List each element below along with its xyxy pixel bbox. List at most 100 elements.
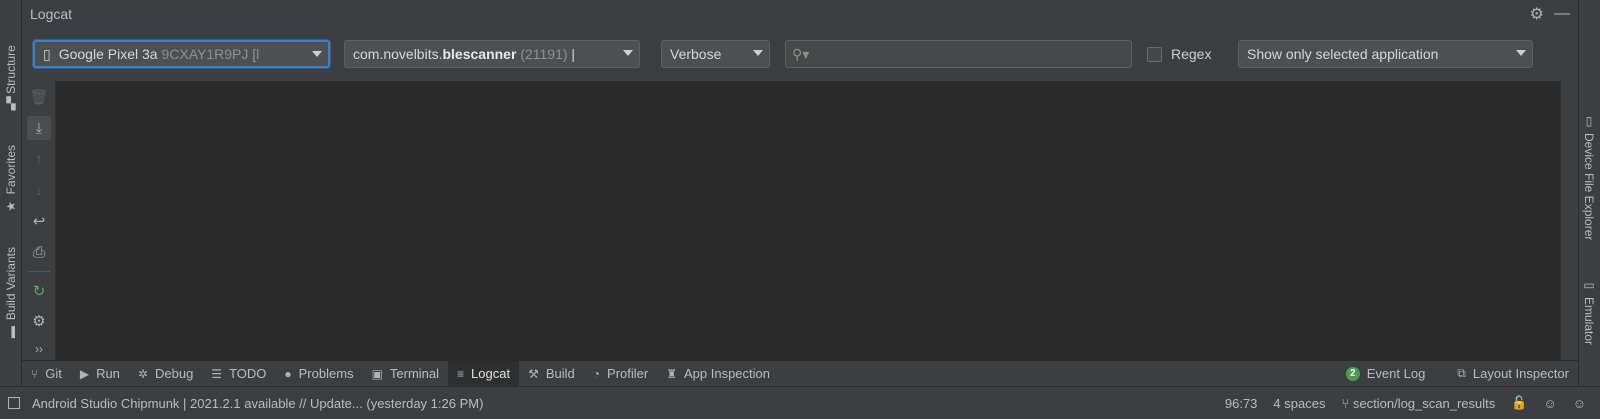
minimize-icon[interactable]: — xyxy=(1554,5,1570,23)
search-icon: ⚲▾ xyxy=(792,45,810,62)
tab-label: Layout Inspector xyxy=(1472,366,1569,381)
right-tab-device-file-explorer[interactable]: ▯ Device File Explorer xyxy=(1578,106,1600,248)
right-tab-label: Device File Explorer xyxy=(1582,132,1596,241)
regex-checkbox[interactable] xyxy=(1147,46,1162,62)
regex-toggle[interactable]: Regex xyxy=(1147,46,1211,62)
gauge-icon: ◔ xyxy=(592,366,601,381)
chevron-down-icon xyxy=(753,50,763,56)
gear-icon[interactable]: ⚙ xyxy=(27,309,51,333)
tool-window-title: Logcat xyxy=(30,5,73,22)
right-tool-strip: ▯ Device File Explorer ▭ Emulator xyxy=(1578,0,1600,386)
device-serial: 9CXAY1R9PJ [ xyxy=(161,46,257,62)
tab-label: Build xyxy=(545,366,575,381)
tab-layout-inspector[interactable]: ⧉ Layout Inspector xyxy=(1448,361,1578,387)
hammer-icon: ⚒ xyxy=(528,366,539,381)
process-name: blescanner xyxy=(442,46,517,62)
tab-run[interactable]: ▶ Run xyxy=(71,361,129,387)
divider xyxy=(28,271,50,272)
tab-logcat[interactable]: ≡ Logcat xyxy=(448,360,520,387)
tab-git[interactable]: ⑂ Git xyxy=(22,361,71,387)
toggle-tool-windows-icon[interactable] xyxy=(8,397,20,409)
tab-label: Profiler xyxy=(607,366,649,381)
star-icon: ★ xyxy=(4,199,18,214)
tab-profiler[interactable]: ◔ Profiler xyxy=(584,361,657,387)
run-icon: ▶ xyxy=(79,366,90,381)
event-count-badge: 2 xyxy=(1345,366,1360,381)
problems-icon: ● xyxy=(284,366,292,381)
tab-problems[interactable]: ● Problems xyxy=(275,361,362,387)
left-tab-structure[interactable]: ▚ Structure xyxy=(0,36,22,116)
print-icon[interactable]: ⎙ xyxy=(27,240,51,264)
scope-value: Show only selected application xyxy=(1247,46,1439,62)
lock-icon[interactable]: 🔓 xyxy=(1511,395,1527,411)
device-name: Google Pixel 3a xyxy=(58,46,158,62)
inspector-face-icon[interactable]: ☺ xyxy=(1543,396,1556,411)
vertical-scrollbar[interactable] xyxy=(1560,81,1578,360)
git-icon: ⑂ xyxy=(31,366,39,381)
phone-icon: ▯ xyxy=(43,45,51,62)
gear-icon[interactable]: ⚙ xyxy=(1530,4,1544,24)
device-suffix: l xyxy=(256,46,260,62)
left-tab-label: Structure xyxy=(4,44,18,94)
logcat-actions: 🗑 ⤓ ↑ ↓ ↩ ⎙ ↻ ⚙ ›› xyxy=(22,81,56,360)
layout-inspector-icon: ⧉ xyxy=(1457,366,1466,380)
indent-setting[interactable]: 4 spaces xyxy=(1273,396,1325,411)
process-pid: (21191) xyxy=(520,46,568,62)
chevron-down-icon xyxy=(1516,50,1526,56)
tab-label: Event Log xyxy=(1366,366,1426,381)
terminal-icon: ▣ xyxy=(371,366,383,381)
left-tab-label: Favorites xyxy=(4,144,18,195)
log-level-dropdown[interactable]: Verbose xyxy=(661,40,770,68)
logcat-filter-bar: ▯ Google Pixel 3a 9CXAY1R9PJ [l com.nove… xyxy=(22,27,1578,81)
branch-icon: ⑂ xyxy=(1341,395,1350,411)
restart-icon[interactable]: ↻ xyxy=(27,279,51,303)
caret-position[interactable]: 96:73 xyxy=(1225,396,1258,411)
search-input[interactable]: ⚲▾ xyxy=(785,40,1132,68)
android-icon: ▬ xyxy=(4,325,18,340)
left-tab-favorites[interactable]: ★ Favorites xyxy=(0,138,22,220)
tab-label: Problems xyxy=(298,366,354,381)
tab-label: Terminal xyxy=(389,366,440,381)
left-tab-build-variants[interactable]: ▬ Build Variants xyxy=(0,240,22,346)
tab-debug[interactable]: ✲ Debug xyxy=(129,361,202,387)
list-icon: ☰ xyxy=(211,366,223,381)
chevron-down-icon xyxy=(312,51,322,57)
branch-name: section/log_scan_results xyxy=(1352,395,1496,411)
status-bar: Android Studio Chipmunk | 2021.2.1 avail… xyxy=(0,386,1600,419)
left-tab-label: Build Variants xyxy=(4,246,18,321)
trash-icon[interactable]: 🗑 xyxy=(27,85,51,109)
tab-label: TODO xyxy=(229,366,267,381)
more-icon[interactable]: ›› xyxy=(27,337,51,361)
tab-label: Git xyxy=(45,366,62,381)
arrow-up-icon[interactable]: ↑ xyxy=(27,147,51,171)
tab-label: App Inspection xyxy=(683,366,770,381)
soft-wrap-icon[interactable]: ↩ xyxy=(27,209,51,233)
right-tab-label: Emulator xyxy=(1582,297,1596,346)
status-message[interactable]: Android Studio Chipmunk | 2021.2.1 avail… xyxy=(32,396,483,411)
regex-label: Regex xyxy=(1171,46,1212,62)
feedback-face-icon[interactable]: ☺ xyxy=(1573,396,1586,411)
tab-label: Run xyxy=(96,366,120,381)
tab-todo[interactable]: ☰ TODO xyxy=(202,361,275,387)
process-dropdown[interactable]: com.novelbits. blescanner (21191) | xyxy=(344,40,640,68)
tab-terminal[interactable]: ▣ Terminal xyxy=(363,361,448,387)
emulator-icon: ▭ xyxy=(1582,278,1596,293)
left-tool-strip: ▚ Structure ★ Favorites ▬ Build Variants xyxy=(0,0,22,386)
log-output[interactable] xyxy=(56,81,1560,360)
device-dropdown[interactable]: ▯ Google Pixel 3a 9CXAY1R9PJ [l xyxy=(33,40,330,68)
tab-event-log[interactable]: 2 Event Log xyxy=(1337,361,1435,387)
inspect-icon: ♜ xyxy=(666,366,677,381)
tool-window-bar: ⑂ Git ▶ Run ✲ Debug ☰ TODO ● Problems ▣ Termin… xyxy=(22,360,1578,387)
logcat-icon: ≡ xyxy=(457,366,465,381)
process-prefix: com.novelbits. xyxy=(353,46,443,62)
tab-build[interactable]: ⚒ Build xyxy=(519,361,584,387)
arrow-down-icon[interactable]: ↓ xyxy=(27,178,51,202)
tab-app-inspection[interactable]: ♜ App Inspection xyxy=(657,361,779,387)
chevron-down-icon xyxy=(623,50,633,56)
vcs-branch[interactable]: ⑂ section/log_scan_results xyxy=(1341,396,1495,411)
right-tab-emulator[interactable]: ▭ Emulator xyxy=(1578,272,1600,352)
structure-icon: ▚ xyxy=(6,95,16,110)
scope-dropdown[interactable]: Show only selected application xyxy=(1238,40,1533,68)
scroll-to-end-icon[interactable]: ⤓ xyxy=(27,116,51,140)
phone-icon: ▯ xyxy=(1582,113,1596,128)
